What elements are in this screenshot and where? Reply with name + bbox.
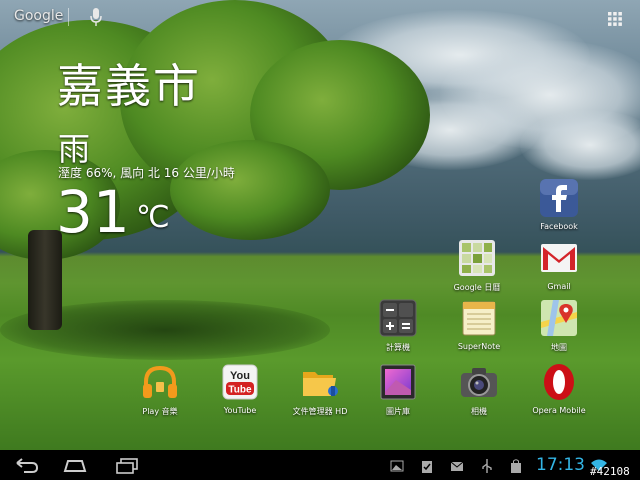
app-label: YouTube	[223, 406, 257, 415]
search-divider	[68, 8, 69, 26]
app-label: 文件管理器 HD	[292, 407, 348, 416]
microphone-icon[interactable]	[90, 8, 102, 30]
recent-apps-icon[interactable]	[114, 455, 140, 479]
svg-text:Tube: Tube	[228, 385, 252, 396]
app-gallery[interactable]: 圖片庫	[362, 362, 434, 417]
shopping-bag-icon[interactable]	[510, 458, 522, 477]
app-gmail[interactable]: Gmail	[523, 238, 595, 291]
google-search-button[interactable]: Google	[14, 8, 63, 24]
facebook-icon	[539, 178, 579, 218]
status-clock[interactable]: 17:13	[536, 455, 585, 475]
app-opera-mobile[interactable]: Opera Mobile	[523, 362, 595, 415]
app-label: 地圖	[551, 343, 567, 352]
home-icon[interactable]	[62, 455, 88, 479]
app-calculator[interactable]: 計算機	[362, 298, 434, 353]
clipboard-check-icon[interactable]	[420, 458, 434, 477]
back-icon[interactable]	[14, 455, 40, 479]
top-bar: Google	[0, 0, 640, 34]
maps-icon	[539, 298, 579, 338]
svg-text:You: You	[230, 370, 250, 382]
camera-icon	[459, 362, 499, 402]
app-supernote[interactable]: SuperNote	[443, 298, 515, 351]
app-facebook[interactable]: Facebook	[523, 178, 595, 231]
folder-icon	[300, 362, 340, 402]
weather-temperature: 31	[56, 178, 130, 246]
app-maps[interactable]: 地圖	[523, 298, 595, 353]
calendar-icon	[457, 238, 497, 278]
app-file-manager[interactable]: 文件管理器 HD	[284, 362, 356, 417]
app-play-music[interactable]: Play 音樂	[124, 362, 196, 417]
app-drawer-grid-icon[interactable]	[608, 11, 622, 30]
picture-notification-icon[interactable]	[390, 458, 404, 477]
weather-unit: ℃	[136, 200, 170, 235]
watermark-text: #42108	[590, 465, 630, 478]
app-google-calendar[interactable]: Google 日曆	[441, 238, 513, 293]
usb-icon[interactable]	[481, 458, 493, 477]
headphones-icon	[140, 362, 180, 402]
youtube-icon: You Tube	[220, 362, 260, 402]
notepad-icon	[459, 298, 499, 338]
app-label: Google 日曆	[453, 283, 501, 292]
app-label: Facebook	[540, 222, 578, 231]
app-label: 相機	[471, 407, 487, 416]
weather-city: 嘉義市	[57, 59, 201, 113]
opera-icon	[539, 362, 579, 402]
app-camera[interactable]: 相機	[443, 362, 515, 417]
app-label: SuperNote	[457, 342, 501, 351]
gmail-icon	[539, 238, 579, 278]
calculator-icon	[378, 298, 418, 338]
app-label: Gmail	[547, 282, 571, 291]
app-label: 圖片庫	[386, 407, 410, 416]
app-label: Play 音樂	[142, 407, 178, 416]
app-label: 計算機	[386, 343, 410, 352]
mail-icon[interactable]	[450, 458, 464, 477]
app-label: Opera Mobile	[532, 406, 586, 415]
gallery-icon	[378, 362, 418, 402]
app-youtube[interactable]: You Tube YouTube	[204, 362, 276, 415]
